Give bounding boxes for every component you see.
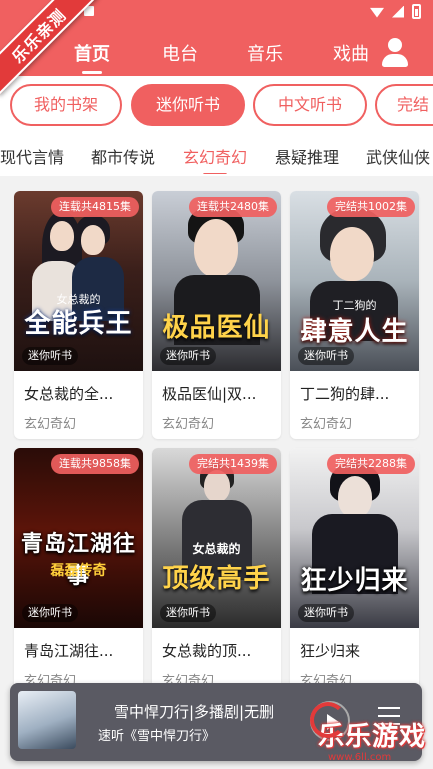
- cover-figure-face: [338, 476, 372, 518]
- tab-music[interactable]: 音乐: [247, 40, 283, 66]
- source-label: 迷你听书: [22, 604, 78, 622]
- episode-badge: 完结共2288集: [327, 454, 415, 474]
- cat-wuxia[interactable]: 武侠仙侠: [366, 144, 430, 168]
- cover-figure-face: [204, 470, 230, 502]
- book-title: 丁二狗的肆...: [300, 385, 390, 403]
- source-label: 迷你听书: [160, 347, 216, 365]
- wifi-icon: [370, 7, 384, 18]
- watermark-logo-icon: [310, 702, 346, 738]
- book-title: 女总裁的全...: [24, 385, 114, 403]
- book-card[interactable]: 女总裁的 顶级高手 完结共1439集 迷你听书 女总裁的顶... 玄幻奇幻: [152, 448, 281, 696]
- cover-figure-face: [81, 225, 105, 255]
- tab-home[interactable]: 首页: [74, 40, 110, 74]
- book-cover: 青岛江湖往事 磊磊传奇 连载共9858集 迷你听书: [14, 448, 143, 628]
- book-cover: 丁二狗的 肆意人生 完结共1002集 迷你听书: [290, 191, 419, 371]
- cover-title: 狂少归来: [300, 566, 409, 596]
- book-title: 青岛江湖往...: [24, 642, 114, 660]
- cover-title: 极品医仙: [162, 313, 271, 343]
- cover-title: 顶级高手: [162, 564, 271, 594]
- status-icons: [370, 4, 421, 19]
- user-icon-body: [382, 54, 408, 67]
- user-icon-head: [388, 38, 402, 52]
- cover-title: 青岛江湖往事: [20, 532, 136, 589]
- watermark: 乐乐游戏 www.6ll.com: [310, 702, 426, 763]
- book-grid: 女总裁的 全能兵王 连载共4815集 迷你听书 女总裁的全... 玄幻奇幻 极品…: [0, 176, 433, 769]
- cover-title: 全能兵王: [24, 309, 133, 339]
- book-title: 狂少归来: [300, 642, 361, 660]
- book-category: 玄幻奇幻: [24, 417, 77, 432]
- cover-figure-face: [330, 227, 374, 281]
- playlist-icon-line: [378, 707, 400, 709]
- episode-badge: 连载共9858集: [51, 454, 139, 474]
- cat-modern-romance[interactable]: 现代言情: [0, 144, 64, 168]
- episode-badge: 完结共1439集: [189, 454, 277, 474]
- book-cover: 女总裁的 顶级高手 完结共1439集 迷你听书: [152, 448, 281, 628]
- pill-my-bookshelf[interactable]: 我的书架: [10, 84, 122, 126]
- tab-opera[interactable]: 戏曲: [333, 40, 369, 66]
- book-card[interactable]: 狂少归来 完结共2288集 迷你听书 狂少归来 玄幻奇幻: [290, 448, 419, 696]
- player-cover-art: [18, 691, 76, 749]
- book-title: 极品医仙|双...: [162, 385, 257, 403]
- book-card[interactable]: 极品医仙 连载共2480集 迷你听书 极品医仙|双... 玄幻奇幻: [152, 191, 281, 439]
- source-label: 迷你听书: [298, 347, 354, 365]
- episode-badge: 连载共4815集: [51, 197, 139, 217]
- book-cover: 女总裁的 全能兵王 连载共4815集 迷你听书: [14, 191, 143, 371]
- watermark-url: www.6ll.com: [328, 752, 392, 763]
- battery-icon: [412, 4, 421, 19]
- cat-mystery[interactable]: 悬疑推理: [275, 144, 339, 168]
- main-nav: 首页 电台 音乐 戏曲: [0, 30, 433, 76]
- cover-figure-face: [50, 221, 74, 251]
- cover-title: 肆意人生: [300, 317, 409, 347]
- pill-mini-audiobook[interactable]: 迷你听书: [131, 84, 245, 126]
- episode-badge: 连载共2480集: [189, 197, 277, 217]
- cell-signal-icon: [392, 5, 404, 18]
- cat-urban-legend[interactable]: 都市传说: [91, 144, 155, 168]
- source-label: 迷你听书: [160, 604, 216, 622]
- category-tabs: 现代言情 都市传说 玄幻奇幻 悬疑推理 武侠仙侠: [0, 140, 433, 174]
- player-subtitle: 速听《雪中悍刀行》: [98, 729, 216, 744]
- book-cover: 狂少归来 完结共2288集 迷你听书: [290, 448, 419, 628]
- book-category: 玄幻奇幻: [300, 417, 353, 432]
- book-cover: 极品医仙 连载共2480集 迷你听书: [152, 191, 281, 371]
- pill-completed[interactable]: 完结: [375, 84, 433, 126]
- player-title: 雪中悍刀行|多播剧|无删: [114, 703, 275, 721]
- book-title: 女总裁的顶...: [162, 642, 252, 660]
- source-label: 迷你听书: [22, 347, 78, 365]
- source-pills: 我的书架 迷你听书 中文听书 完结: [10, 84, 433, 128]
- cat-fantasy[interactable]: 玄幻奇幻: [183, 144, 247, 174]
- pill-chinese-audiobook[interactable]: 中文听书: [253, 84, 367, 126]
- cover-subtitle: 女总裁的: [192, 542, 241, 556]
- cover-figure-face: [194, 219, 238, 277]
- user-icon[interactable]: [381, 38, 409, 68]
- book-card[interactable]: 女总裁的 全能兵王 连载共4815集 迷你听书 女总裁的全... 玄幻奇幻: [14, 191, 143, 439]
- source-label: 迷你听书: [298, 604, 354, 622]
- tab-radio[interactable]: 电台: [162, 40, 198, 66]
- episode-badge: 完结共1002集: [327, 197, 415, 217]
- cover-subtitle: 磊磊传奇: [50, 563, 107, 579]
- book-card[interactable]: 青岛江湖往事 磊磊传奇 连载共9858集 迷你听书 青岛江湖往... 玄幻奇幻: [14, 448, 143, 696]
- book-category: 玄幻奇幻: [162, 417, 215, 432]
- book-card[interactable]: 丁二狗的 肆意人生 完结共1002集 迷你听书 丁二狗的肆... 玄幻奇幻: [290, 191, 419, 439]
